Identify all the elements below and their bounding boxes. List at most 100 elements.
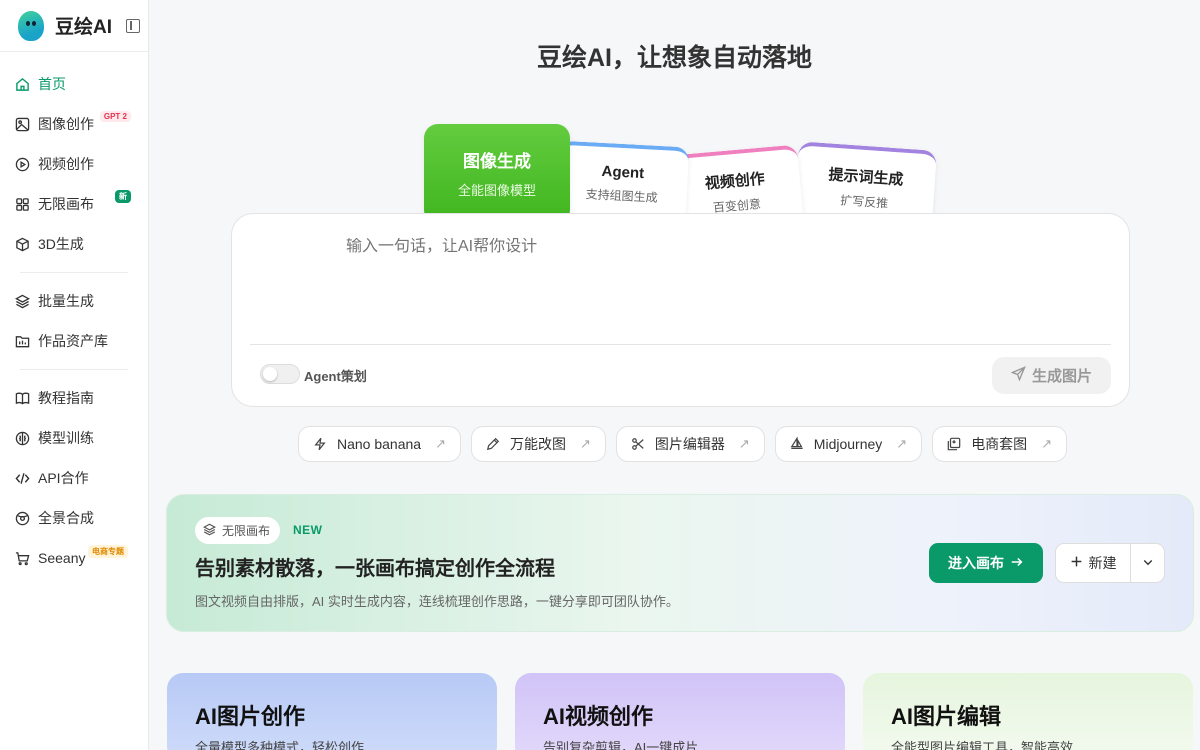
- sidebar-item-label: 图像创作: [38, 116, 94, 132]
- cube-icon: [15, 237, 30, 252]
- external-arrow-icon: ↗: [896, 436, 908, 451]
- new-canvas-label: 新建: [1088, 555, 1117, 571]
- agent-toggle-label: Agent策划: [304, 369, 367, 384]
- pen-icon: [486, 437, 500, 451]
- cart-icon: [15, 551, 30, 566]
- code-icon: [15, 471, 30, 486]
- ecommerce-badge: 电商专题: [88, 545, 128, 558]
- sidebar-item-tutorial[interactable]: 教程指南: [0, 378, 148, 418]
- scissors-icon: [631, 437, 645, 451]
- banner-description: 图文视频自由排版，AI 实时生成内容，连线梳理创作思路，一键分享即可团队协作。: [195, 594, 679, 609]
- sidebar-item-label: 3D生成: [38, 236, 84, 252]
- new-canvas-dropdown[interactable]: [1131, 544, 1164, 582]
- panorama-icon: [15, 511, 30, 526]
- grid-icon: [15, 197, 30, 212]
- sidebar-nav: 首页 图像创作 GPT 2 视频创作 无限画布 新 3D生成 批量生成 作品资产…: [0, 52, 148, 578]
- new-canvas-button[interactable]: 新建: [1056, 544, 1131, 582]
- sidebar-item-model-training[interactable]: 模型训练: [0, 418, 148, 458]
- sidebar-item-home[interactable]: 首页: [0, 64, 148, 104]
- sidebar-item-api[interactable]: API合作: [0, 458, 148, 498]
- sidebar-item-label: 作品资产库: [38, 333, 108, 349]
- sidebar-item-image-creation[interactable]: 图像创作 GPT 2: [0, 104, 148, 144]
- tool-chip-label: Nano banana: [337, 436, 422, 452]
- sidebar-item-label: 批量生成: [38, 293, 94, 309]
- brand-header: 豆绘AI: [0, 0, 148, 52]
- folder-icon: [15, 334, 30, 349]
- chevron-down-icon: [1142, 555, 1154, 571]
- mode-card-image[interactable]: 图像生成 全能图像模型: [424, 124, 570, 224]
- home-icon: [15, 77, 30, 92]
- sidebar: 豆绘AI 首页 图像创作 GPT 2 视频创作 无限画布 新 3D生成 批量生成…: [0, 0, 149, 750]
- collapse-sidebar-icon[interactable]: [126, 18, 141, 33]
- feature-pill-label: 无限画布: [222, 524, 271, 538]
- page-title: 豆绘AI，让想象自动落地: [536, 44, 812, 72]
- sidebar-divider: [20, 369, 128, 370]
- mode-card-subtitle: 扩写反推: [839, 193, 889, 211]
- sidebar-item-seeany[interactable]: Seeany 电商专题: [0, 538, 148, 578]
- external-arrow-icon: ↗: [435, 436, 446, 451]
- sidebar-item-label: 模型训练: [38, 430, 94, 446]
- prompt-box: Agent策划 生成图片: [231, 213, 1130, 407]
- gpt-badge: GPT 2: [99, 111, 131, 122]
- tool-chip-image-editor[interactable]: 图片编辑器 ↗: [615, 426, 765, 462]
- sidebar-item-label: 无限画布: [38, 196, 94, 212]
- sailboat-icon: [790, 436, 804, 451]
- plus-icon: [1070, 555, 1083, 571]
- main-content: 豆绘AI，让想象自动落地 提示词生成 扩写反推 视频创作 百变创意 Agent …: [149, 0, 1200, 750]
- sidebar-item-video-creation[interactable]: 视频创作: [0, 144, 148, 184]
- sidebar-item-label: Seeany: [38, 550, 86, 566]
- feature-card-title: AI图片编辑: [891, 704, 1002, 729]
- play-circle-icon: [15, 157, 30, 172]
- layers-icon: [203, 523, 216, 539]
- banner-title: 告别素材散落，一张画布搞定创作全流程: [195, 558, 555, 580]
- sidebar-item-infinite-canvas[interactable]: 无限画布 新: [0, 184, 148, 224]
- mode-card-title: 提示词生成: [827, 166, 904, 189]
- sidebar-item-label: 视频创作: [38, 156, 94, 172]
- bolt-icon: [313, 437, 327, 451]
- tool-chip-label: 电商套图: [971, 436, 1028, 452]
- mode-card-title: 视频创作: [704, 170, 766, 193]
- tool-chip-ecommerce-set[interactable]: 电商套图 ↗: [932, 426, 1068, 462]
- feature-card-subtitle: 告别复杂剪辑，AI一键成片: [543, 740, 699, 750]
- new-badge: 新: [115, 190, 131, 203]
- generate-button-label: 生成图片: [1031, 368, 1092, 385]
- new-tag: NEW: [293, 523, 323, 537]
- mode-card-subtitle: 支持组图生成: [585, 187, 658, 205]
- sidebar-item-label: 教程指南: [38, 390, 94, 406]
- arrow-right-icon: [1010, 555, 1024, 572]
- sidebar-item-3d[interactable]: 3D生成: [0, 224, 148, 264]
- brand-name: 豆绘AI: [55, 17, 113, 38]
- sidebar-item-batch[interactable]: 批量生成: [0, 281, 148, 321]
- prompt-input[interactable]: [346, 238, 1046, 256]
- feature-card-subtitle: 全能型图片编辑工具，智能高效: [891, 740, 1074, 750]
- logo-icon[interactable]: [18, 10, 44, 41]
- prompt-divider: [250, 344, 1111, 345]
- enter-canvas-label: 进入画布: [948, 555, 1004, 571]
- feature-card-title: AI图片创作: [195, 704, 306, 729]
- sidebar-item-panorama[interactable]: 全景合成: [0, 498, 148, 538]
- send-icon: [1010, 366, 1026, 385]
- images-icon: [947, 437, 961, 451]
- sidebar-item-assets[interactable]: 作品资产库: [0, 321, 148, 361]
- generate-button[interactable]: 生成图片: [992, 357, 1111, 394]
- sidebar-item-label: 全景合成: [38, 510, 94, 526]
- mode-card-subtitle: 全能图像模型: [457, 183, 536, 198]
- agent-toggle[interactable]: [260, 364, 300, 384]
- tool-chip-universal-edit[interactable]: 万能改图 ↗: [470, 426, 606, 462]
- tool-chip-nano-banana[interactable]: Nano banana ↗: [298, 426, 461, 462]
- external-arrow-icon: ↗: [738, 436, 750, 451]
- sidebar-divider: [20, 272, 128, 273]
- brain-icon: [15, 431, 30, 446]
- feature-card-image-creation[interactable]: AI图片创作 全量模型多种模式，轻松创作: [167, 673, 497, 750]
- feature-card-image-editing[interactable]: AI图片编辑 全能型图片编辑工具，智能高效: [863, 673, 1193, 750]
- sidebar-item-label: API合作: [38, 470, 89, 486]
- layers-icon: [15, 294, 30, 309]
- feature-pill: 无限画布: [195, 517, 281, 544]
- enter-canvas-button[interactable]: 进入画布: [929, 543, 1043, 583]
- new-canvas-button-group: 新建: [1055, 543, 1165, 583]
- feature-card-subtitle: 全量模型多种模式，轻松创作: [195, 740, 365, 750]
- tool-chip-midjourney[interactable]: Midjourney ↗: [774, 426, 923, 462]
- canvas-promo-banner: 无限画布 NEW 告别素材散落，一张画布搞定创作全流程 图文视频自由排版，AI …: [166, 494, 1194, 632]
- tool-chip-label: 万能改图: [509, 436, 566, 452]
- feature-card-video-creation[interactable]: AI视频创作 告别复杂剪辑，AI一键成片: [515, 673, 845, 750]
